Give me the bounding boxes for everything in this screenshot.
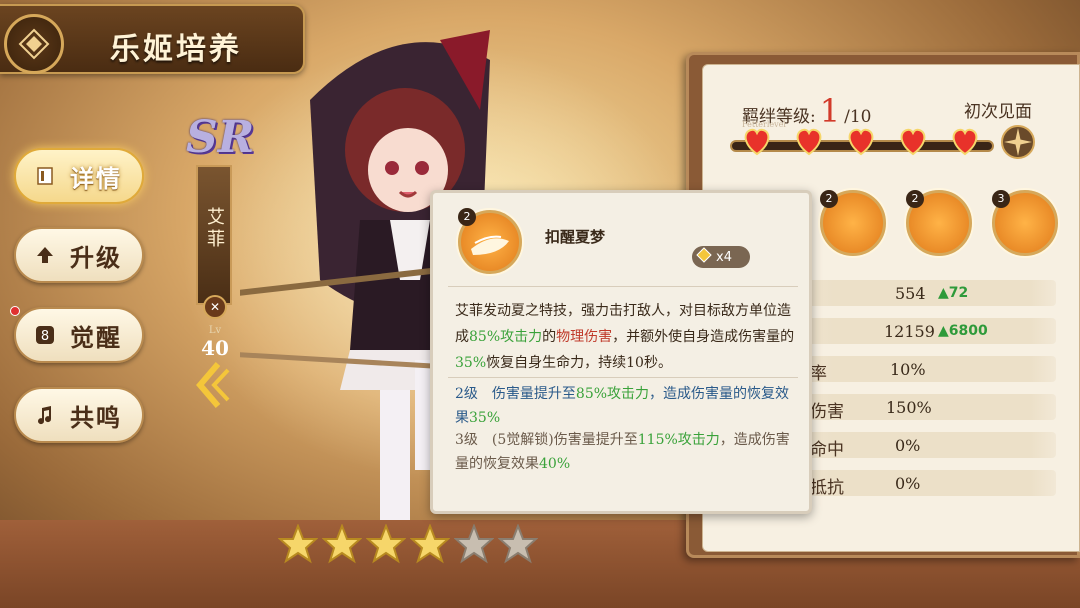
skill-cost-value: x4 <box>716 249 732 265</box>
menu-item-details[interactable]: 详情 <box>14 148 144 204</box>
svg-text:8: 8 <box>41 329 49 344</box>
menu-item-awaken[interactable]: 8 觉醒 <box>14 307 144 363</box>
skill-level-badge: 3 <box>992 190 1010 208</box>
heart-icon <box>949 126 981 156</box>
menu-item-resonance[interactable]: 共鸣 <box>14 387 144 443</box>
notification-dot <box>10 306 20 316</box>
compass-icon[interactable] <box>1000 124 1036 160</box>
stat-value: 0% <box>895 436 921 455</box>
stat-value: 0% <box>895 474 921 493</box>
menu-item-label: 详情 <box>70 163 122 193</box>
star-rating <box>277 523 539 564</box>
stat-value: 10% <box>890 360 926 379</box>
stat-value: 12159 <box>884 322 935 341</box>
gem-icon <box>696 247 712 267</box>
skill-level-badge: 2 <box>820 190 838 208</box>
bond-status: 初次见面 <box>964 102 1032 122</box>
skill-tooltip-name: 扣醒夏梦 <box>545 228 606 246</box>
star-filled-icon <box>409 523 451 564</box>
menu-item-label: 觉醒 <box>70 322 122 352</box>
heart-icon <box>793 126 825 156</box>
awaken-icon: 8 <box>34 324 56 346</box>
stat-name: 率 <box>810 364 827 384</box>
stat-value: 150% <box>886 398 932 417</box>
skill-level-2-desc: 2级 伤害量提升至85%攻击力，造成伤害量的恢复效果35% <box>455 386 790 426</box>
character-name-strip: 艾菲 <box>196 165 232 305</box>
music-note-icon <box>34 404 56 426</box>
skill-tooltip-level: 2 <box>458 208 476 226</box>
tooltip-divider <box>448 377 798 378</box>
skill-cost-badge: x4 <box>692 246 750 268</box>
arrow-up-icon <box>34 244 56 266</box>
page-title: 乐姬培养 <box>110 32 242 67</box>
level-label: Lv <box>208 325 222 336</box>
bond-max: /10 <box>844 107 872 127</box>
heart-icon <box>897 126 929 156</box>
stat-name: 抵抗 <box>810 478 844 498</box>
stat-name: 命中 <box>810 440 844 460</box>
stat-bonus: ▲72 <box>938 285 969 301</box>
star-filled-icon <box>365 523 407 564</box>
star-filled-icon <box>321 523 363 564</box>
stat-value: 554 <box>895 284 926 303</box>
skill-level-badge: 2 <box>906 190 924 208</box>
close-icon[interactable]: ✕ <box>203 295 227 319</box>
star-filled-icon <box>277 523 319 564</box>
character-name: 艾菲 <box>204 207 225 251</box>
skill-description: 艾菲发动夏之特技，强力击打敌人，对目标敌方单位造成85%攻击力的物理伤害，并额外… <box>455 303 795 371</box>
star-empty-icon <box>453 523 495 564</box>
chevron-left-icon[interactable] <box>190 360 230 414</box>
menu-item-label: 共鸣 <box>70 402 122 432</box>
level-box: ✕ Lv 40 <box>200 295 230 360</box>
heart-icon <box>741 126 773 156</box>
rarity-badge: SR <box>186 112 255 163</box>
menu-item-label: 升级 <box>70 242 122 272</box>
star-empty-icon <box>497 523 539 564</box>
back-emblem-icon[interactable] <box>4 14 64 74</box>
book-icon <box>34 165 56 187</box>
tooltip-divider <box>448 286 798 287</box>
skill-level-3-desc: 3级 (5觉解锁)伤害量提升至115%攻击力，造成伤害量的恢复效果40% <box>455 432 790 472</box>
stat-bonus: ▲6800 <box>938 323 988 339</box>
level-value: 40 <box>201 336 229 360</box>
heart-icon <box>845 126 877 156</box>
menu-item-upgrade[interactable]: 升级 <box>14 227 144 283</box>
bond-level: 1 <box>819 92 841 130</box>
stat-name: 伤害 <box>810 402 844 422</box>
